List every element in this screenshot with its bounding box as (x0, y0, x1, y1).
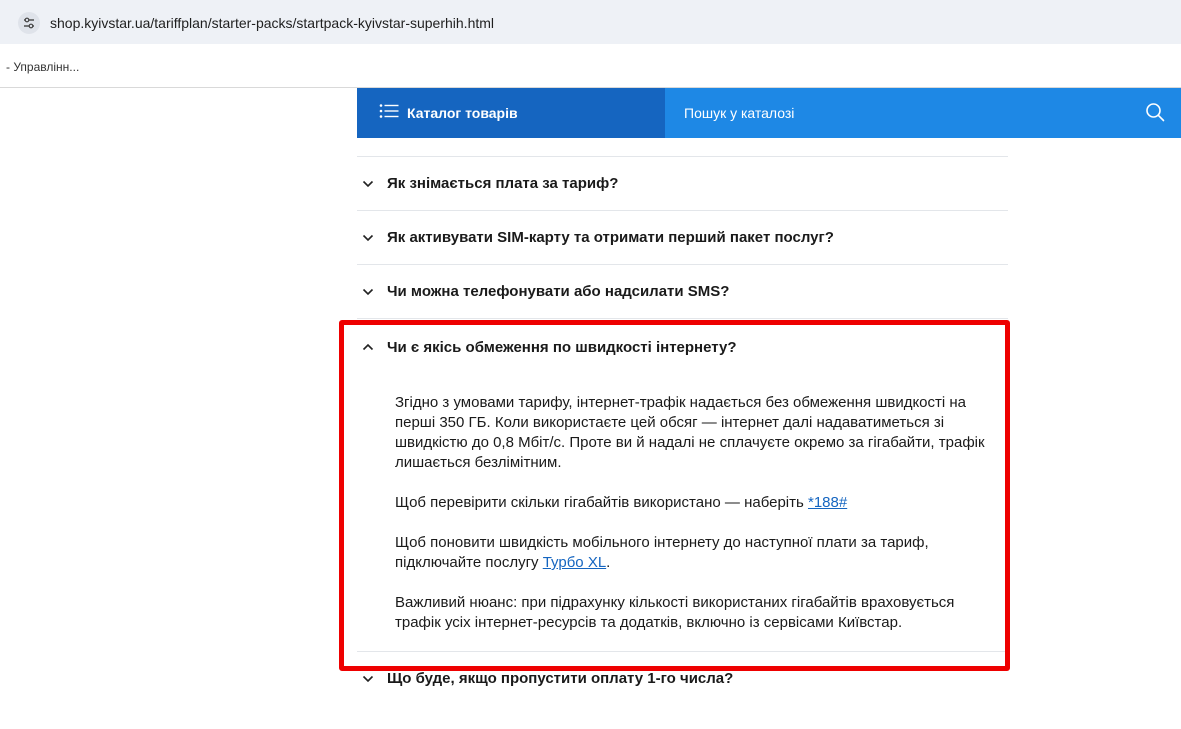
faq-item: Як активувати SIM-карту та отримати перш… (357, 210, 1008, 264)
answer-text: Щоб поновити швидкість мобільного інтерн… (395, 534, 929, 571)
faq-question: Що буде, якщо пропустити оплату 1-го чис… (387, 670, 734, 687)
site-header: Каталог товарів (357, 88, 1181, 138)
faq-question: Чи можна телефонувати або надсилати SMS? (387, 283, 730, 300)
faq-question: Як активувати SIM-карту та отримати перш… (387, 229, 834, 246)
catalog-label: Каталог товарів (407, 105, 518, 121)
menu-list-icon (379, 103, 399, 124)
search-input[interactable] (684, 105, 1084, 121)
faq-question: Чи є якісь обмеження по швидкості інтерн… (387, 338, 737, 356)
answer-paragraph: Щоб перевірити скільки гігабайтів викори… (395, 493, 988, 513)
faq-question-toggle[interactable]: Як знімається плата за тариф? (357, 157, 1008, 210)
answer-paragraph: Згідно з умовами тарифу, інтернет-трафік… (395, 394, 985, 471)
faq-question-toggle[interactable]: Чи можна телефонувати або надсилати SMS? (357, 265, 1008, 318)
turbo-xl-link[interactable]: Турбо XL (543, 554, 606, 571)
faq-question-toggle[interactable]: Що буде, якщо пропустити оплату 1-го чис… (357, 652, 1008, 705)
chevron-down-icon (357, 288, 387, 296)
faq-answer: Згідно з умовами тарифу, інтернет-трафік… (357, 375, 1008, 651)
faq-list: Як знімається плата за тариф? Як активув… (357, 138, 1008, 705)
faq-question-toggle[interactable]: Як активувати SIM-карту та отримати перш… (357, 211, 1008, 264)
answer-paragraph: Важливий нюанс: при підрахунку кількості… (395, 594, 955, 631)
faq-question: Як знімається плата за тариф? (387, 175, 619, 192)
site-info-icon[interactable] (18, 12, 40, 34)
url-field[interactable]: shop.kyivstar.ua/tariffplan/starter-pack… (18, 8, 1181, 38)
answer-text-end: . (606, 554, 611, 571)
answer-paragraph: Щоб поновити швидкість мобільного інтерн… (395, 533, 988, 573)
faq-item-partial (357, 138, 1008, 157)
search-icon[interactable] (1145, 102, 1165, 127)
faq-item: Чи можна телефонувати або надсилати SMS? (357, 264, 1008, 318)
faq-item: Як знімається плата за тариф? (357, 157, 1008, 210)
faq-item: Що буде, якщо пропустити оплату 1-го чис… (357, 651, 1008, 705)
answer-text: Щоб перевірити скільки гігабайтів викори… (395, 494, 808, 511)
url-text: shop.kyivstar.ua/tariffplan/starter-pack… (50, 15, 495, 31)
chevron-down-icon (357, 234, 387, 242)
chevron-down-icon (357, 675, 387, 683)
search-bar (665, 88, 1181, 138)
chevron-up-icon (357, 343, 387, 351)
chevron-down-icon (357, 180, 387, 188)
bookmarks-bar: - Управлінн... (0, 44, 1181, 88)
bookmark-item[interactable]: - Управлінн... (6, 60, 79, 74)
faq-question-toggle[interactable]: Чи є якісь обмеження по швидкості інтерн… (357, 319, 1008, 375)
ussd-link[interactable]: *188# (808, 494, 847, 511)
faq-item-expanded: Чи є якісь обмеження по швидкості інтерн… (357, 318, 1008, 651)
browser-address-bar: shop.kyivstar.ua/tariffplan/starter-pack… (0, 0, 1181, 44)
catalog-button[interactable]: Каталог товарів (357, 88, 665, 138)
